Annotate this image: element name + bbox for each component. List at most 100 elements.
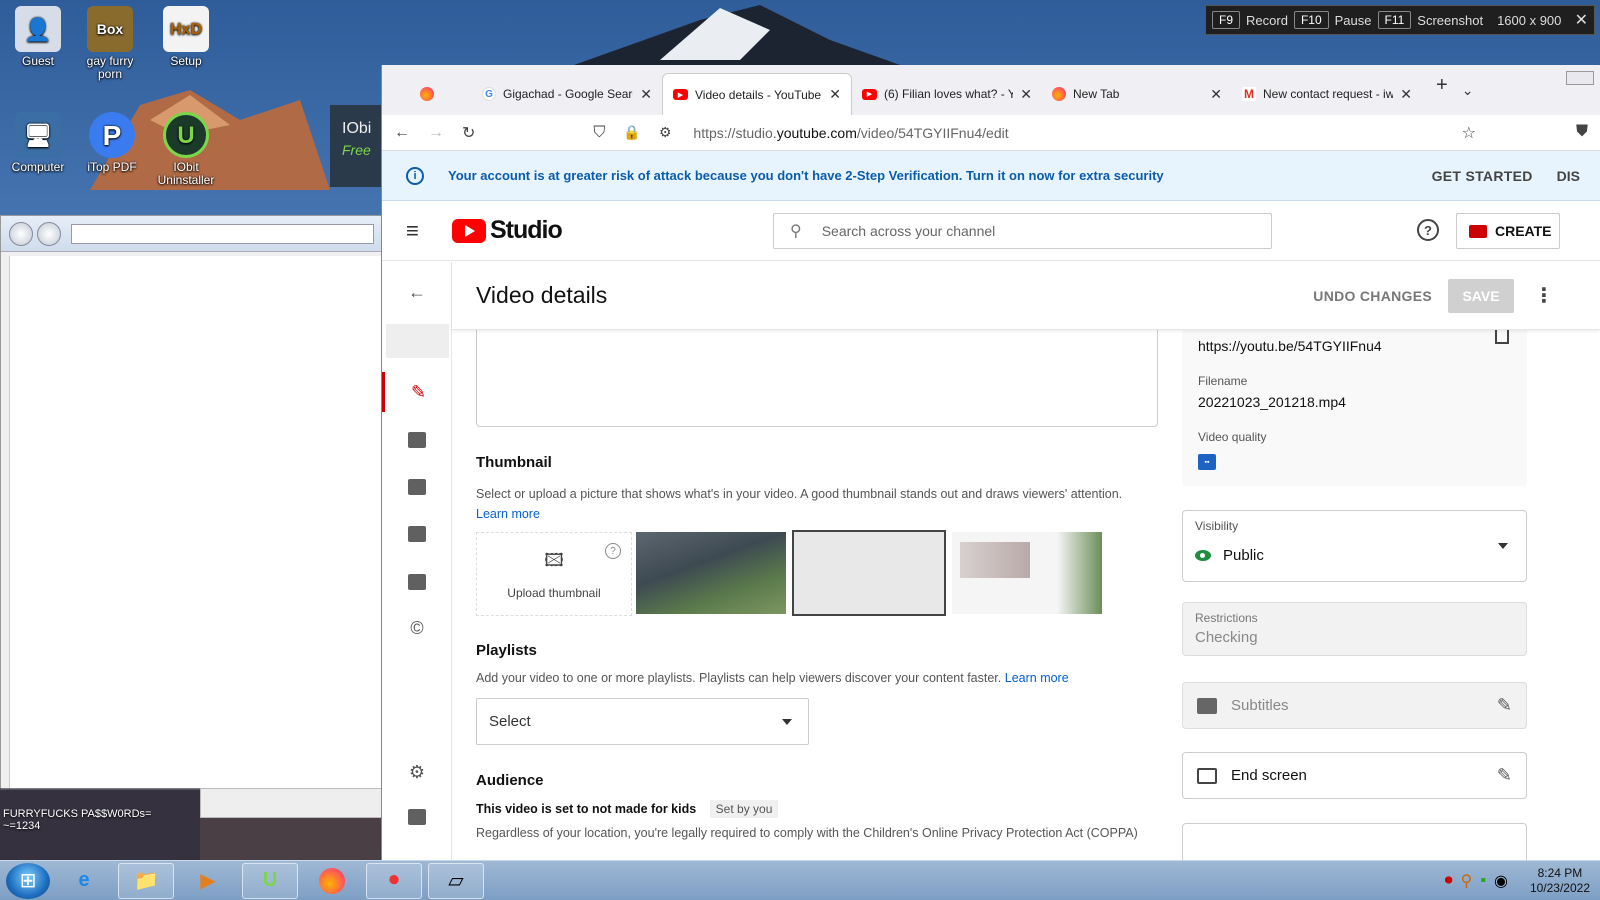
desktop-icon-setup[interactable]: HxD Setup: [150, 6, 222, 68]
tab-gmail[interactable]: M New contact request - iwan ✕: [1232, 73, 1422, 115]
taskbar-recorder[interactable]: ⏺: [366, 862, 422, 899]
network-tray-icon[interactable]: ▪: [1480, 872, 1486, 890]
firefox-view-tab[interactable]: [382, 73, 472, 115]
close-tab-icon[interactable]: ✕: [1020, 86, 1032, 103]
sidebar-item-copyright[interactable]: ©: [382, 608, 452, 648]
help-icon[interactable]: ?: [1417, 219, 1439, 241]
copy-icon[interactable]: [1495, 330, 1509, 344]
taskbar-ie[interactable]: e: [56, 863, 112, 899]
pencil-icon: ✎: [410, 381, 427, 402]
close-tab-icon[interactable]: ✕: [829, 86, 841, 103]
back-orb-icon[interactable]: [9, 221, 33, 246]
playlist-select[interactable]: Select: [476, 698, 809, 745]
start-button[interactable]: ⊞: [6, 862, 50, 899]
taskbar-iobit[interactable]: U: [242, 862, 298, 899]
sidebar-item-details[interactable]: ✎: [382, 372, 452, 412]
auto-thumbnail-1[interactable]: [636, 532, 786, 614]
close-icon[interactable]: ✕: [1575, 10, 1588, 30]
permissions-icon[interactable]: ⚙: [659, 124, 672, 141]
auto-thumbnail-3[interactable]: [952, 532, 1102, 614]
desktop-icon-box[interactable]: Box gay furry porn: [74, 6, 146, 81]
pause-key[interactable]: F10: [1293, 11, 1329, 29]
create-button[interactable]: CREATE: [1456, 213, 1560, 249]
window-restore-button[interactable]: [1566, 71, 1594, 85]
desktop-icon-guest[interactable]: 👤 Guest: [2, 6, 74, 68]
screenshot-label[interactable]: Screenshot: [1417, 13, 1483, 28]
sidebar-item-comments[interactable]: [382, 514, 452, 554]
desktop-note: FURRYFUCKS PA$$W0RDs= ~=1234: [0, 788, 200, 860]
recorder-tray-icon[interactable]: ⏺: [1445, 872, 1453, 890]
clock[interactable]: 8:24 PM 10/23/2022: [1530, 866, 1590, 896]
explorer-address-bar[interactable]: [71, 223, 374, 244]
reload-icon[interactable]: ↻: [462, 123, 475, 143]
bookmark-star-icon[interactable]: ☆: [1462, 123, 1476, 143]
new-tab-icon[interactable]: +: [1422, 74, 1462, 107]
lock-icon[interactable]: 🔒: [623, 124, 640, 141]
record-key[interactable]: F9: [1212, 11, 1241, 29]
taskbar-window[interactable]: ▱: [428, 862, 484, 899]
thumbnail-learn-more-link[interactable]: Learn more: [476, 507, 540, 521]
close-tab-icon[interactable]: ✕: [1400, 86, 1412, 103]
search-box[interactable]: ⚲: [773, 213, 1272, 249]
screenshot-key[interactable]: F11: [1377, 11, 1412, 29]
back-to-content-icon[interactable]: ←: [382, 272, 452, 312]
playlists-learn-more-link[interactable]: Learn more: [1005, 671, 1069, 685]
help-icon[interactable]: ?: [605, 543, 621, 559]
shield-icon[interactable]: ⛉: [593, 124, 605, 142]
back-arrow-icon[interactable]: ←: [394, 124, 410, 142]
search-tray-icon[interactable]: ⚲: [1461, 871, 1473, 891]
pencil-icon[interactable]: ✎: [1497, 695, 1512, 716]
pause-label[interactable]: Pause: [1335, 13, 1372, 28]
sidebar-item-feedback[interactable]: [382, 797, 452, 837]
description-textarea[interactable]: [476, 330, 1158, 427]
pencil-icon[interactable]: ✎: [1497, 765, 1512, 786]
copyright-icon: ©: [410, 617, 424, 638]
close-tab-icon[interactable]: ✕: [1210, 86, 1222, 103]
cards-row[interactable]: [1182, 823, 1527, 860]
tab-filian[interactable]: ▶ (6) Filian loves what? - YouTube ✕: [852, 73, 1042, 115]
window-icon: ▱: [448, 870, 464, 892]
desktop-icon-itop[interactable]: P iTop PDF: [76, 112, 148, 174]
pocket-icon[interactable]: ⛊: [1576, 123, 1588, 143]
volume-tray-icon[interactable]: ◉: [1494, 871, 1508, 891]
taskbar-media-player[interactable]: ▶: [180, 863, 236, 899]
tab-video-details[interactable]: ▶ Video details - YouTube Studio ✕: [662, 73, 852, 115]
more-options-icon[interactable]: ⋮: [1534, 283, 1554, 308]
tab-new-tab[interactable]: New Tab ✕: [1042, 73, 1232, 115]
visibility-select[interactable]: Visibility Public: [1182, 510, 1527, 582]
auto-thumbnail-2-selected[interactable]: [792, 530, 946, 616]
save-button[interactable]: SAVE: [1448, 278, 1514, 313]
chevron-down-icon[interactable]: ⌄: [1462, 82, 1474, 99]
desktop-icon-computer[interactable]: 🖥 Computer: [2, 112, 74, 174]
record-label[interactable]: Record: [1246, 13, 1288, 28]
sidebar-item-analytics[interactable]: [382, 420, 452, 460]
taskbar-explorer[interactable]: 📁: [118, 862, 174, 899]
subtitles-row[interactable]: Subtitles ✎: [1182, 682, 1527, 729]
background-explorer-window[interactable]: [0, 215, 383, 790]
video-quality-label: Video quality: [1198, 430, 1267, 444]
desktop-icon-iobit[interactable]: U IObit Uninstaller: [150, 112, 222, 187]
hamburger-menu-icon[interactable]: ≡: [406, 218, 426, 244]
url-bar[interactable]: https://studio.youtube.com/video/54TGYII…: [693, 125, 1008, 141]
forward-arrow-icon[interactable]: →: [428, 124, 444, 142]
undo-changes-button[interactable]: UNDO CHANGES: [1313, 288, 1432, 304]
sidebar-item-settings[interactable]: ⚙: [382, 752, 452, 792]
taskbar-firefox[interactable]: [304, 863, 360, 899]
video-link[interactable]: https://youtu.be/54TGYIIFnu4: [1198, 338, 1511, 354]
sidebar-item-subtitles[interactable]: [382, 562, 452, 602]
iobit-panel[interactable]: IObi Free: [330, 105, 385, 187]
forward-orb-icon[interactable]: [37, 221, 61, 246]
studio-logo[interactable]: Studio: [452, 216, 563, 245]
tab-google-search[interactable]: G Gigachad - Google Search ✕: [472, 73, 662, 115]
dismiss-button[interactable]: DIS: [1557, 168, 1580, 184]
end-screen-row[interactable]: End screen ✎: [1182, 752, 1527, 799]
sidebar-item-editor[interactable]: [382, 467, 452, 507]
close-tab-icon[interactable]: ✕: [640, 86, 652, 103]
page-header: Video details UNDO CHANGES SAVE ⋮: [452, 262, 1600, 330]
upload-thumbnail-button[interactable]: ? 🖾 Upload thumbnail: [476, 532, 632, 616]
get-started-button[interactable]: GET STARTED: [1432, 168, 1533, 184]
box-icon: Box: [87, 6, 133, 52]
explorer-pane: [9, 256, 382, 789]
search-input[interactable]: [821, 223, 1271, 239]
thumbnail-title: Thumbnail: [476, 454, 552, 471]
